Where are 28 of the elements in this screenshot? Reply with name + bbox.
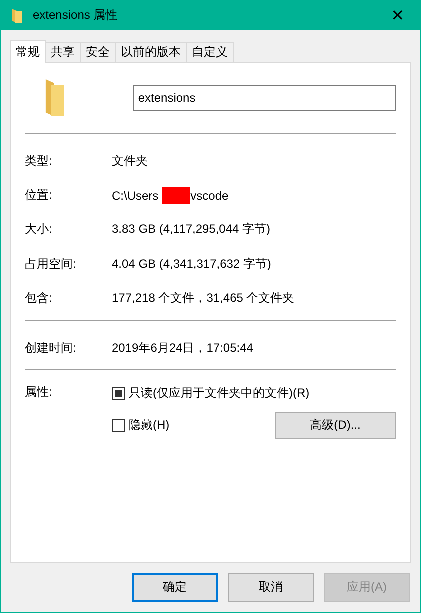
field-label: 包含: — [25, 290, 54, 308]
field-value: C:\Users — [112, 188, 159, 203]
field-label: 创建时间: — [25, 340, 78, 357]
field-value: vscode — [190, 188, 229, 203]
checkbox-label[interactable]: 隐藏(H) — [129, 417, 170, 434]
field-label: 占用空间: — [25, 256, 78, 273]
field-label: 类型: — [25, 152, 54, 170]
folder-icon — [45, 77, 66, 119]
field-value: 2019年6月24日，17:05:44 — [112, 340, 254, 357]
field-value: 文件夹 — [112, 152, 148, 170]
checkbox-label[interactable]: 只读(仅应用于文件夹中的文件)(R) — [129, 385, 310, 402]
tab[interactable]: 常规 — [10, 40, 46, 63]
field-value: 3.83 GB (4,117,295,044 字节) — [112, 221, 271, 238]
checkbox[interactable] — [112, 419, 125, 432]
field-label: 位置: — [25, 187, 54, 204]
dialog-button[interactable]: 确定 — [132, 573, 218, 602]
field-value: 177,218 个文件，31,465 个文件夹 — [112, 290, 295, 308]
field-value: 4.04 GB (4,341,317,632 字节) — [112, 256, 272, 273]
name-field[interactable]: extensions — [133, 85, 396, 111]
advanced-button[interactable]: 高级(D)... — [275, 412, 396, 440]
checkbox[interactable] — [112, 387, 125, 400]
field-label: 属性: — [25, 384, 54, 402]
dialog-button[interactable]: 取消 — [228, 573, 314, 602]
window-title: extensions 属性 — [33, 7, 119, 24]
close-button[interactable]: ✕ — [376, 1, 420, 30]
field-label: 大小: — [25, 221, 54, 238]
folder-icon — [11, 8, 23, 24]
tab[interactable]: 自定义 — [186, 42, 234, 62]
